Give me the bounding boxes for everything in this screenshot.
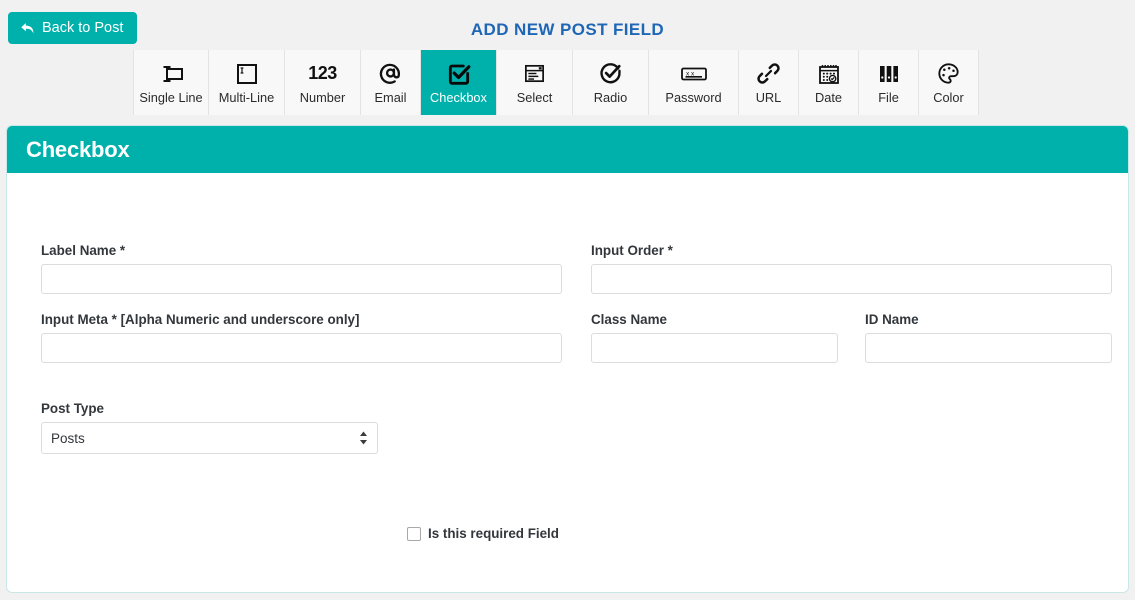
page-title: ADD NEW POST FIELD — [470, 20, 665, 39]
single-line-icon — [158, 61, 184, 87]
tab-email[interactable]: Email — [361, 50, 421, 115]
tab-label: Date — [814, 89, 843, 105]
tab-single-line[interactable]: Single Line — [133, 50, 209, 115]
post-type-select[interactable]: Posts — [41, 422, 378, 454]
label-name-label: Label Name * — [41, 243, 126, 258]
input-meta-label: Input Meta * [Alpha Numeric and undersco… — [41, 312, 360, 327]
class-name-input[interactable] — [591, 333, 838, 363]
calendar-icon — [817, 61, 841, 87]
id-name-input[interactable] — [865, 333, 1112, 363]
tab-label: File — [878, 89, 899, 105]
tab-label: Checkbox — [430, 89, 487, 105]
field-settings-panel: Checkbox Label Name * Input Order * Inpu… — [6, 125, 1129, 593]
input-order-input[interactable] — [591, 264, 1112, 294]
tab-label: Multi-Line — [218, 89, 275, 105]
id-name-label: ID Name — [865, 312, 919, 327]
class-name-label: Class Name — [591, 312, 667, 327]
tab-multi-line[interactable]: Multi-Line — [209, 50, 285, 115]
tab-color[interactable]: Color — [919, 50, 979, 115]
field-type-tabs: Single Line Multi-Line 123 Number Email — [133, 50, 979, 115]
panel-title: Checkbox — [26, 136, 130, 162]
tab-label: Email — [374, 89, 407, 105]
input-order-label: Input Order * — [591, 243, 673, 258]
tab-checkbox[interactable]: Checkbox — [421, 50, 497, 115]
top-bar: Back to Post ADD NEW POST FIELD — [0, 0, 1135, 44]
tab-label: Single Line — [139, 89, 203, 105]
select-list-icon — [523, 61, 546, 87]
input-meta-input[interactable] — [41, 333, 562, 363]
panel-header: Checkbox — [7, 126, 1128, 173]
tab-password[interactable]: x x Password — [649, 50, 739, 115]
tab-label: URL — [755, 89, 782, 105]
required-checkbox-box[interactable] — [407, 526, 421, 541]
label-name-input[interactable] — [41, 264, 562, 294]
field-group-input-order: Input Order * — [591, 243, 1112, 294]
radio-check-icon — [598, 61, 623, 87]
tab-label: Radio — [593, 89, 628, 105]
tab-date[interactable]: Date — [799, 50, 859, 115]
panel-body: Label Name * Input Order * Input Meta * … — [7, 173, 1128, 592]
password-keys-icon: x x — [680, 61, 708, 87]
color-palette-icon — [936, 61, 961, 87]
tab-number[interactable]: 123 Number — [285, 50, 361, 115]
required-field-checkbox[interactable]: Is this required Field — [407, 526, 559, 541]
field-group-post-type: Post Type Posts — [41, 401, 378, 454]
tab-label: Number — [299, 89, 346, 105]
tab-radio[interactable]: Radio — [573, 50, 649, 115]
tab-select[interactable]: Select — [497, 50, 573, 115]
number-123-icon: 123 — [308, 63, 337, 84]
multi-line-icon — [235, 61, 259, 87]
post-type-label: Post Type — [41, 401, 104, 416]
at-sign-icon — [378, 61, 403, 87]
tab-label: Color — [933, 89, 964, 105]
checkbox-icon — [446, 61, 472, 87]
field-group-class-name: Class Name — [591, 312, 838, 363]
files-icon — [877, 61, 901, 87]
field-group-input-meta: Input Meta * [Alpha Numeric and undersco… — [41, 312, 562, 363]
tab-url[interactable]: URL — [739, 50, 799, 115]
link-chain-icon — [756, 61, 781, 87]
field-group-id-name: ID Name — [865, 312, 1112, 363]
tab-file[interactable]: File — [859, 50, 919, 115]
tab-label: Password — [665, 89, 722, 105]
tab-label: Select — [516, 89, 553, 105]
required-checkbox-label: Is this required Field — [428, 526, 559, 541]
field-group-label-name: Label Name * — [41, 243, 562, 294]
